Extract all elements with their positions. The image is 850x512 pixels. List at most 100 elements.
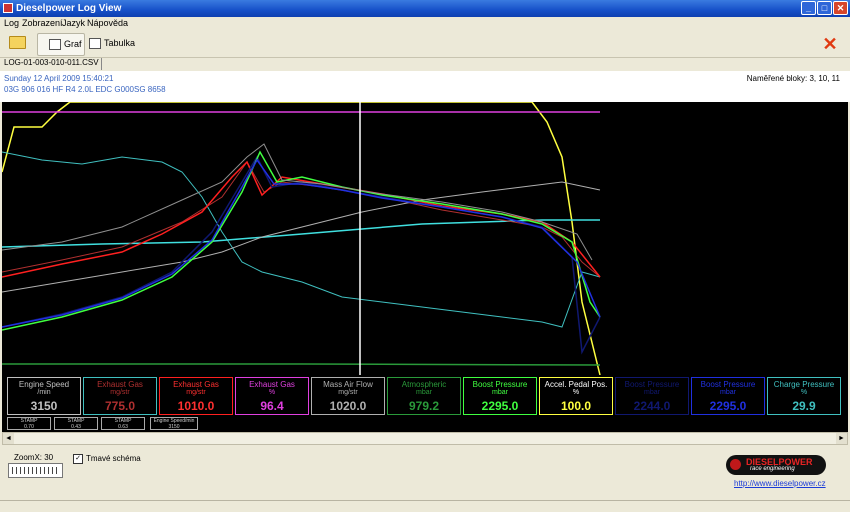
dark-scheme-checkbox[interactable]: ✓ bbox=[73, 454, 83, 464]
graph-icon bbox=[49, 39, 61, 51]
menu-language[interactable]: Jazyk bbox=[62, 18, 85, 28]
menu-help[interactable]: Nápověda bbox=[87, 18, 128, 28]
gauge-value: 979.2 bbox=[408, 399, 440, 413]
gauge-name: Mass Air Flow bbox=[323, 380, 373, 389]
gauge-name: Engine Speed bbox=[18, 380, 70, 389]
dieselpower-logo: DIESELPOWER race engineering bbox=[726, 455, 826, 475]
logo-mark-icon bbox=[730, 459, 741, 470]
gauge-name: Accel. Pedal Pos. bbox=[544, 380, 608, 389]
gauge-value: 3150 bbox=[30, 399, 58, 413]
gauge-unit: mbar bbox=[644, 389, 660, 396]
gauge-name: Boost Pressure bbox=[624, 380, 680, 389]
gauge-name: Exhaust Gas bbox=[97, 380, 143, 389]
gauge-atmospheric[interactable]: Atmospheric mbar 979.2 bbox=[387, 377, 461, 415]
series-pedal bbox=[2, 102, 601, 375]
exit-icon[interactable]: ✕ bbox=[822, 35, 838, 53]
status-bar bbox=[0, 500, 850, 512]
gauge-unit: mbar bbox=[492, 389, 508, 396]
horizontal-scrollbar[interactable]: ◄ ► bbox=[2, 432, 848, 445]
folder-open-icon[interactable] bbox=[9, 36, 26, 49]
gauge-accel-pedal[interactable]: Accel. Pedal Pos. % 100.0 bbox=[539, 377, 613, 415]
gauge-value: 1010.0 bbox=[177, 399, 215, 413]
gauge-name: Atmospheric bbox=[401, 380, 447, 389]
gauge-unit: /min bbox=[37, 389, 51, 396]
gauge-unit: % bbox=[800, 389, 808, 396]
gauge-exhaust-gas-1[interactable]: Exhaust Gas mg/str 775.0 bbox=[83, 377, 157, 415]
dark-scheme-label: Tmavé schéma bbox=[86, 454, 141, 463]
tab-graph-label: Graf bbox=[64, 39, 82, 49]
logo-line2: race engineering bbox=[750, 466, 795, 472]
stamp-engine-speed[interactable]: Engine Speed/min 3150 bbox=[150, 417, 198, 430]
tab-table-label: Tabulka bbox=[104, 38, 136, 48]
gauge-value: 775.0 bbox=[104, 399, 136, 413]
gauge-charge-pressure[interactable]: Charge Pressure % 29.9 bbox=[767, 377, 841, 415]
gauge-exhaust-gas-pct[interactable]: Exhaust Gas % 96.4 bbox=[235, 377, 309, 415]
tab-graph[interactable]: Graf bbox=[37, 33, 85, 56]
gauge-engine-speed[interactable]: Engine Speed /min 3150 bbox=[7, 377, 81, 415]
zoom-slider[interactable] bbox=[8, 463, 63, 478]
gauge-boost-pressure-2[interactable]: Boost Pressure mbar 2244.0 bbox=[615, 377, 689, 415]
series-charge-pressure bbox=[2, 151, 601, 328]
menu-bar: Log Zobrazení Jazyk Nápověda bbox=[0, 17, 850, 30]
stamp-3[interactable]: STAMP 0.63 bbox=[101, 417, 145, 430]
gauge-mass-air-flow[interactable]: Mass Air Flow mg/str 1020.0 bbox=[311, 377, 385, 415]
gauge-value: 2295.0 bbox=[481, 399, 519, 413]
minimize-button[interactable]: _ bbox=[801, 1, 816, 15]
gauge-unit: mg/str bbox=[110, 389, 130, 396]
log-chart[interactable]: Engine Speed /min 3150 Exhaust Gas mg/st… bbox=[2, 102, 848, 432]
menu-view[interactable]: Zobrazení bbox=[22, 18, 63, 28]
gauge-unit: mg/str bbox=[338, 389, 358, 396]
close-button[interactable]: ✕ bbox=[833, 1, 848, 15]
series-charge-pressure-2 bbox=[2, 219, 600, 248]
gauge-exhaust-gas-2[interactable]: Exhaust Gas mg/str 1010.0 bbox=[159, 377, 233, 415]
chart-plot-area[interactable] bbox=[2, 102, 848, 375]
gauge-value: 96.4 bbox=[260, 399, 284, 413]
stamp-value: 0.63 bbox=[118, 424, 128, 430]
gauge-unit: % bbox=[572, 389, 580, 396]
title-bar: Dieselpower Log View _ □ ✕ bbox=[0, 0, 850, 17]
log-date: Sunday 12 April 2009 15:40:21 bbox=[4, 74, 114, 83]
app-icon bbox=[3, 3, 13, 13]
gauge-value: 1020.0 bbox=[329, 399, 367, 413]
series-boost-blue bbox=[2, 158, 601, 328]
scroll-left-icon[interactable]: ◄ bbox=[3, 433, 14, 444]
series-boost-navy bbox=[2, 155, 601, 355]
tab-table[interactable]: Tabulka bbox=[89, 33, 139, 54]
series-boost-green bbox=[2, 150, 601, 331]
stamp-value: 0.70 bbox=[24, 424, 34, 430]
gauge-name: Boost Pressure bbox=[472, 380, 528, 389]
measured-blocks: Naměřené bloky: 3, 10, 11 bbox=[746, 74, 840, 83]
stamp-value: 3150 bbox=[168, 424, 180, 430]
gauge-name: Charge Pressure bbox=[773, 380, 835, 389]
window-title: Dieselpower Log View bbox=[16, 3, 122, 14]
file-tab[interactable]: LOG-01-003-010-011.CSV bbox=[2, 58, 102, 70]
website-link[interactable]: http://www.dieselpower.cz bbox=[734, 479, 826, 488]
gauge-value: 2244.0 bbox=[633, 399, 671, 413]
gauge-boost-pressure-3[interactable]: Boost Pressure mbar 2295.0 bbox=[691, 377, 765, 415]
gauge-unit: mg/str bbox=[186, 389, 206, 396]
ecu-id: 03G 906 016 HF R4 2.0L EDC G000SG 8658 bbox=[4, 85, 166, 94]
series-atmospheric bbox=[2, 363, 601, 366]
gauge-name: Exhaust Gas bbox=[173, 380, 219, 389]
gauge-unit: mbar bbox=[720, 389, 736, 396]
bottom-panel: ZoomX: 30 ✓ Tmavé schéma DIESELPOWER rac… bbox=[0, 445, 850, 500]
zoom-slider-thumb[interactable] bbox=[12, 467, 59, 474]
stamp-2[interactable]: STAMP 0.43 bbox=[54, 417, 98, 430]
gauge-value: 2295.0 bbox=[709, 399, 747, 413]
table-icon bbox=[89, 38, 101, 50]
zoom-label: ZoomX: 30 bbox=[14, 453, 54, 462]
scroll-right-icon[interactable]: ► bbox=[836, 433, 847, 444]
menu-log[interactable]: Log bbox=[4, 18, 19, 28]
maximize-button[interactable]: □ bbox=[817, 1, 832, 15]
stamp-1[interactable]: STAMP 0.70 bbox=[7, 417, 51, 430]
gauge-boost-pressure-1[interactable]: Boost Pressure mbar 2295.0 bbox=[463, 377, 537, 415]
series-mass-air-flow bbox=[2, 181, 601, 293]
gauge-value: 29.9 bbox=[792, 399, 816, 413]
stamp-value: 0.43 bbox=[71, 424, 81, 430]
gauge-unit: % bbox=[268, 389, 276, 396]
log-info-panel: Sunday 12 April 2009 15:40:21 03G 906 01… bbox=[0, 71, 850, 102]
series-egt-gray bbox=[2, 143, 593, 261]
gauge-name: Boost Pressure bbox=[700, 380, 756, 389]
gauge-value: 100.0 bbox=[560, 399, 592, 413]
gauge-unit: mbar bbox=[416, 389, 432, 396]
